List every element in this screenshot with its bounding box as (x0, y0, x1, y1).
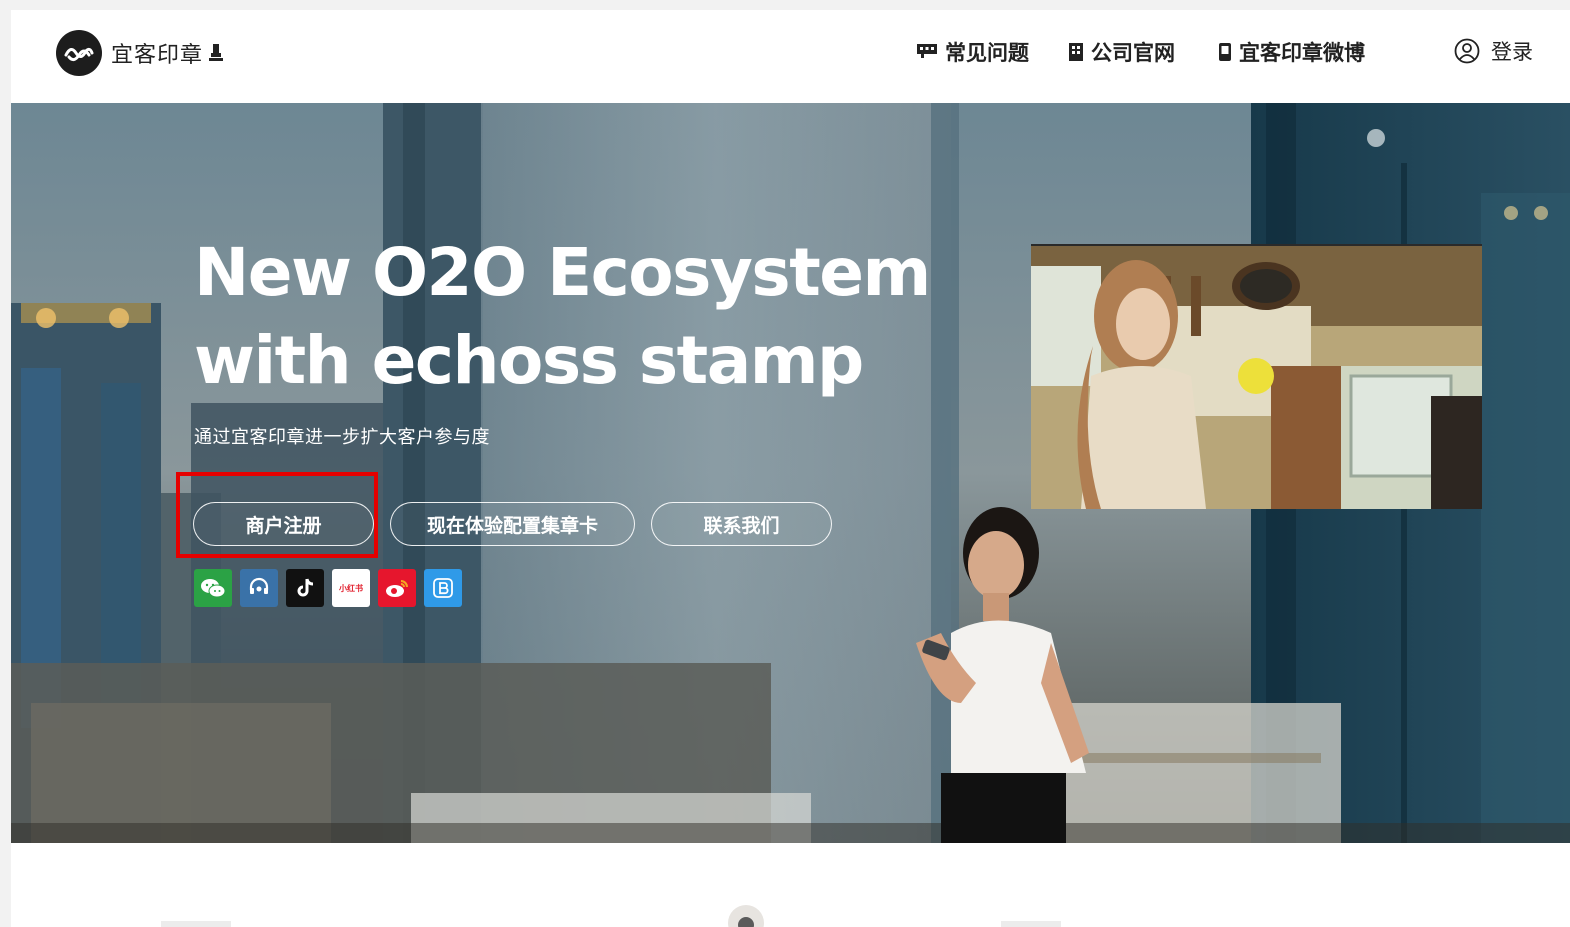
building-icon (1069, 43, 1083, 61)
hero-subtitle: 通过宜客印章进一步扩大客户参与度 (194, 427, 490, 448)
weibo-icon[interactable] (378, 569, 416, 607)
xiaohongshu-icon[interactable]: 小红书 (332, 569, 370, 607)
nav-login-label: 登录 (1491, 40, 1533, 64)
contact-us-button[interactable]: 联系我们 (651, 502, 832, 546)
nav-weibo-label: 宜客印章微博 (1239, 41, 1365, 65)
nav-official-site-label: 公司官网 (1091, 41, 1175, 65)
stamp-pin-icon (209, 43, 224, 63)
logo-text: 宜客印章 (111, 43, 204, 68)
bilibili-icon[interactable] (424, 569, 462, 607)
xiaohongshu-label: 小红书 (339, 583, 363, 593)
nav-faq-label: 常见问题 (945, 41, 1029, 65)
faq-icon (917, 44, 937, 60)
nav-weibo[interactable]: 宜客印章微博 (1219, 37, 1365, 67)
top-header: 宜客印章 常见问题 公司官网 宜客印章微博 登录 (11, 10, 1570, 103)
nav-official-site[interactable]: 公司官网 (1069, 37, 1175, 67)
section-preview-graphics (161, 905, 1061, 927)
hero-title: New O2O Ecosystem with echoss stamp (194, 229, 931, 405)
logo-mark-icon (56, 30, 102, 76)
hero-title-line-2: with echoss stamp (194, 322, 864, 399)
hero-banner: New O2O Ecosystem with echoss stamp 通过宜客印… (11, 103, 1570, 843)
brand-logo[interactable]: 宜客印章 (56, 30, 224, 76)
wechat-icon[interactable] (194, 569, 232, 607)
tiktok-icon[interactable] (286, 569, 324, 607)
merchant-register-button[interactable]: 商户注册 (193, 502, 374, 546)
phone-icon (1219, 43, 1231, 61)
page: 宜客印章 常见问题 公司官网 宜客印章微博 登录 New O2O Ecosyst… (11, 10, 1570, 927)
customer-service-icon[interactable] (240, 569, 278, 607)
promo-video[interactable] (1031, 244, 1482, 509)
user-circle-icon (1454, 38, 1480, 64)
nav-faq[interactable]: 常见问题 (917, 37, 1029, 67)
nav-login[interactable]: 登录 (1454, 36, 1533, 66)
cafe-video-thumbnail (1031, 246, 1482, 509)
hero-title-line-1: New O2O Ecosystem (194, 234, 931, 311)
try-stamp-card-button[interactable]: 现在体验配置集章卡 (390, 502, 635, 546)
next-section-preview (11, 843, 1570, 927)
